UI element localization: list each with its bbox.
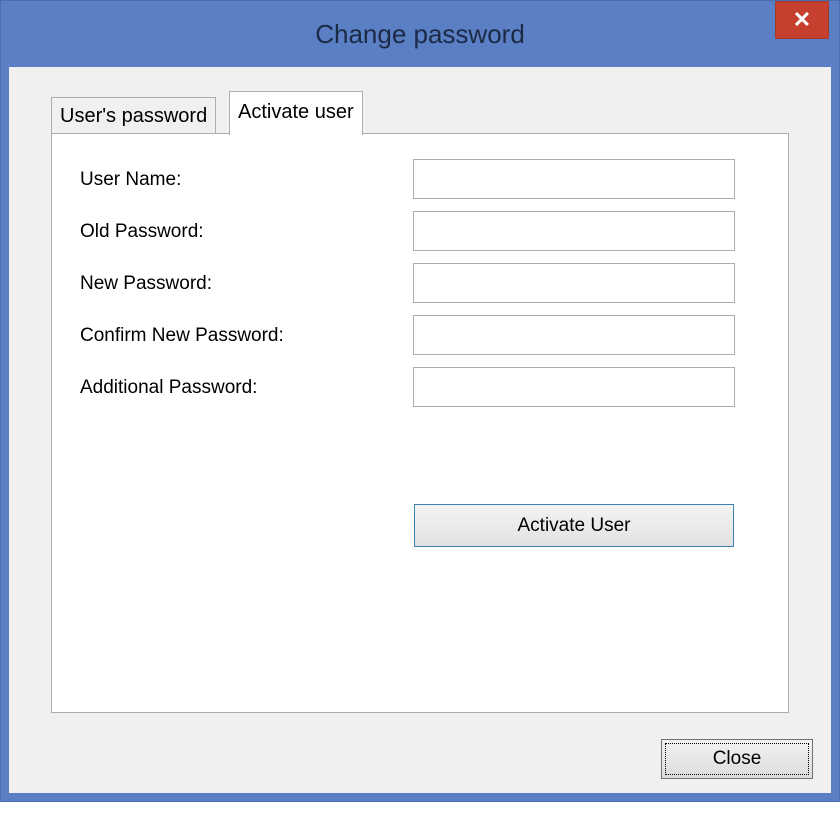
- title-bar[interactable]: Change password ✕: [1, 1, 839, 67]
- new-password-label: New Password:: [80, 273, 212, 294]
- user-name-field[interactable]: [413, 159, 735, 199]
- additional-password-field[interactable]: [413, 367, 735, 407]
- old-password-label: Old Password:: [80, 221, 204, 242]
- window-close-button[interactable]: ✕: [775, 1, 829, 39]
- confirm-new-password-label: Confirm New Password:: [80, 325, 284, 346]
- additional-password-label: Additional Password:: [80, 377, 258, 398]
- window-title: Change password: [315, 19, 525, 49]
- confirm-new-password-field[interactable]: [413, 315, 735, 355]
- new-password-field[interactable]: [413, 263, 735, 303]
- close-button[interactable]: Close: [661, 739, 813, 779]
- tab-users-password[interactable]: User's password: [51, 97, 217, 133]
- tab-activate-user[interactable]: Activate user: [229, 91, 363, 135]
- activate-user-panel: User Name: Old Password: New Password: C…: [51, 133, 789, 713]
- user-name-label: User Name:: [80, 169, 182, 190]
- dialog-client-area: User's password Activate user User Name:…: [9, 67, 831, 793]
- change-password-window: Change password ✕ User's password Activa…: [0, 0, 840, 802]
- old-password-field[interactable]: [413, 211, 735, 251]
- activate-user-button[interactable]: Activate User: [414, 504, 734, 547]
- close-icon: ✕: [792, 7, 812, 32]
- close-button-label: Close: [712, 748, 762, 769]
